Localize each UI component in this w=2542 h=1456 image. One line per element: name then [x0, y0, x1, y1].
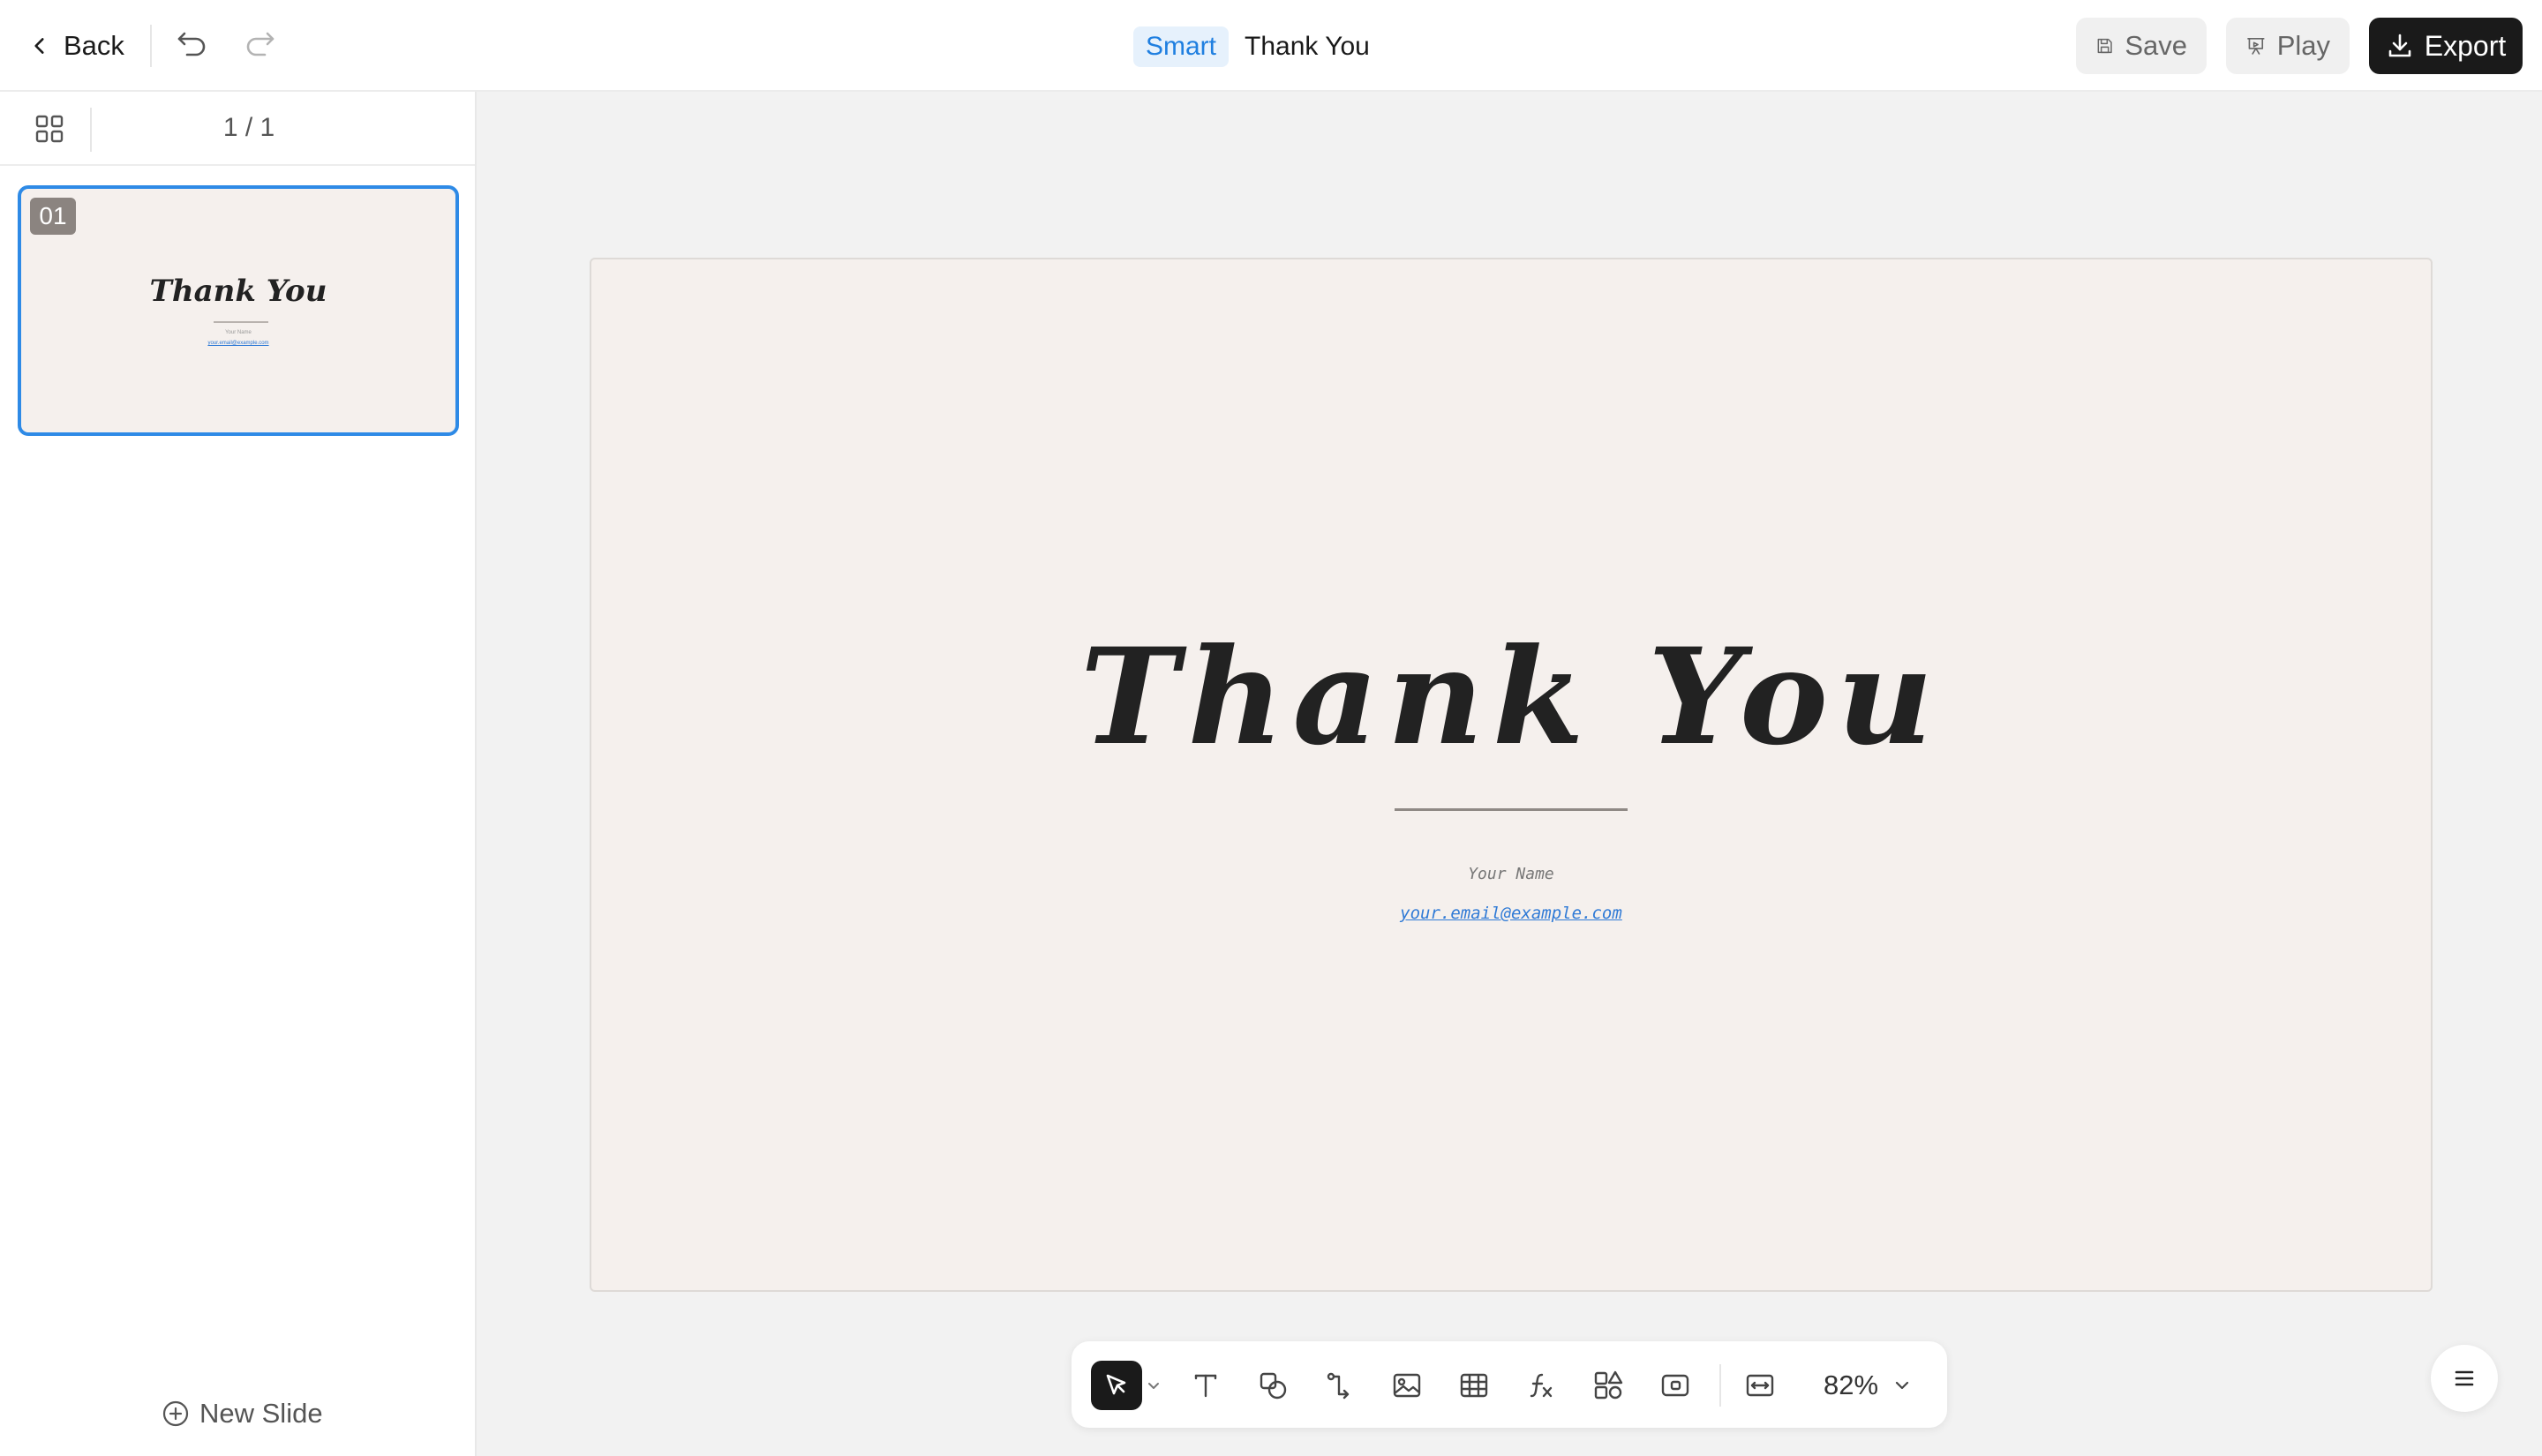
slide-divider-line[interactable]	[1395, 808, 1628, 811]
components-tool[interactable]	[1583, 1361, 1633, 1410]
components-icon	[1594, 1370, 1623, 1400]
top-bar: Back Smart Thank You Save Play Export	[0, 0, 2542, 92]
thumbnail-title: Thank You	[149, 274, 327, 309]
export-button[interactable]: Export	[2369, 18, 2523, 74]
undo-icon	[177, 32, 206, 56]
new-slide-label: New Slide	[199, 1398, 323, 1429]
divider	[90, 108, 92, 152]
download-icon	[2388, 34, 2411, 57]
slide-email-link[interactable]: your.email@example.com	[591, 904, 2431, 923]
fit-width-tool[interactable]	[1735, 1361, 1785, 1410]
plus-circle-icon	[162, 1400, 189, 1427]
media-icon	[1661, 1374, 1689, 1397]
slide-name[interactable]: Your Name	[591, 865, 2431, 883]
save-icon	[2097, 38, 2112, 54]
undo-button[interactable]	[173, 25, 212, 64]
divider	[1719, 1364, 1721, 1407]
shapes-tool[interactable]	[1248, 1361, 1297, 1410]
redo-icon	[246, 32, 275, 56]
text-tool[interactable]	[1181, 1361, 1230, 1410]
divider	[150, 25, 152, 67]
hamburger-menu-icon	[2455, 1370, 2474, 1386]
chevron-down-icon	[1895, 1381, 1909, 1390]
thumbnail-email: your.email@example.com	[207, 341, 269, 346]
image-tool[interactable]	[1382, 1361, 1432, 1410]
slide-number: 01	[30, 198, 76, 235]
text-icon	[1194, 1374, 1217, 1398]
image-icon	[1393, 1373, 1421, 1398]
formula-icon	[1530, 1373, 1553, 1398]
slide-canvas[interactable]: Thank You Your Name your.email@example.c…	[590, 258, 2433, 1292]
grid-icon	[35, 115, 64, 143]
export-label: Export	[2424, 29, 2507, 62]
page-count: 1 / 1	[222, 113, 275, 142]
zoom-dropdown[interactable]: 82%	[1824, 1364, 1912, 1407]
select-icon	[1106, 1374, 1126, 1395]
select-tool-dropdown[interactable]	[1146, 1380, 1162, 1392]
fit-width-icon	[1746, 1374, 1774, 1397]
menu-button[interactable]	[2431, 1345, 2498, 1412]
chevron-left-icon	[34, 38, 44, 54]
grid-view-button[interactable]	[32, 111, 67, 146]
zoom-level: 82%	[1824, 1370, 1879, 1400]
slide-thumbnail[interactable]: 01 Thank You Your Name your.email@exampl…	[18, 185, 459, 436]
document-title-area: Smart Thank You	[1133, 26, 1370, 67]
play-label: Play	[2276, 30, 2330, 61]
shapes-icon	[1260, 1372, 1287, 1400]
thumbnail-divider	[214, 321, 268, 323]
slides-panel: 1 / 1 01 Thank You Your Name your.email@…	[0, 92, 477, 1456]
table-icon	[1460, 1373, 1488, 1398]
chevron-down-icon	[1148, 1383, 1159, 1389]
save-label: Save	[2125, 30, 2187, 61]
table-tool[interactable]	[1449, 1361, 1499, 1410]
connector-icon	[1327, 1372, 1350, 1400]
new-slide-button[interactable]: New Slide	[161, 1394, 323, 1433]
insert-toolbar: 82%	[1072, 1341, 1947, 1428]
back-button[interactable]: Back	[28, 26, 124, 65]
slide-title[interactable]: Thank You	[591, 619, 2431, 775]
smart-badge[interactable]: Smart	[1133, 26, 1230, 67]
save-button[interactable]: Save	[2076, 18, 2207, 74]
connector-tool[interactable]	[1315, 1361, 1365, 1410]
play-button[interactable]: Play	[2226, 18, 2350, 74]
document-title[interactable]: Thank You	[1245, 32, 1370, 62]
back-label: Back	[64, 30, 124, 61]
media-tool[interactable]	[1651, 1361, 1700, 1410]
formula-tool[interactable]	[1516, 1361, 1566, 1410]
slides-panel-header: 1 / 1	[0, 92, 475, 166]
thumbnail-name: Your Name	[225, 330, 252, 335]
select-tool[interactable]	[1091, 1361, 1142, 1410]
redo-button[interactable]	[240, 25, 279, 64]
presentation-icon	[2247, 38, 2265, 55]
